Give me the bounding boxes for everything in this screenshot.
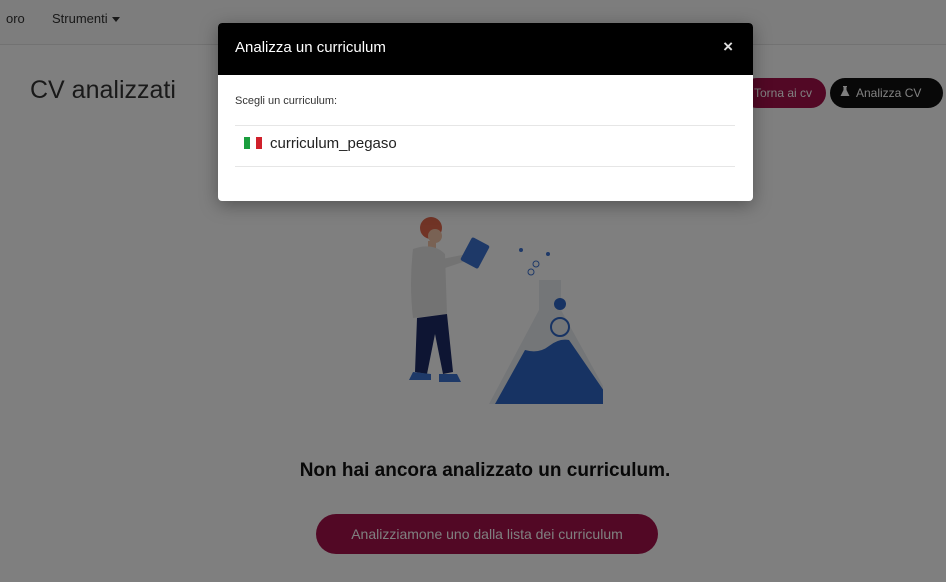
cv-list: curriculum_pegaso <box>235 125 735 167</box>
close-icon[interactable]: × <box>723 37 733 57</box>
choose-cv-label: Scegli un curriculum: <box>235 95 338 107</box>
cv-item-name: curriculum_pegaso <box>270 135 397 152</box>
modal-title: Analizza un curriculum <box>235 39 386 56</box>
flag-italy-icon <box>244 136 262 149</box>
modal-header: Analizza un curriculum × <box>218 23 753 75</box>
analyze-curriculum-modal: Analizza un curriculum × Scegli un curri… <box>218 23 753 201</box>
cv-list-item[interactable]: curriculum_pegaso <box>244 135 397 152</box>
